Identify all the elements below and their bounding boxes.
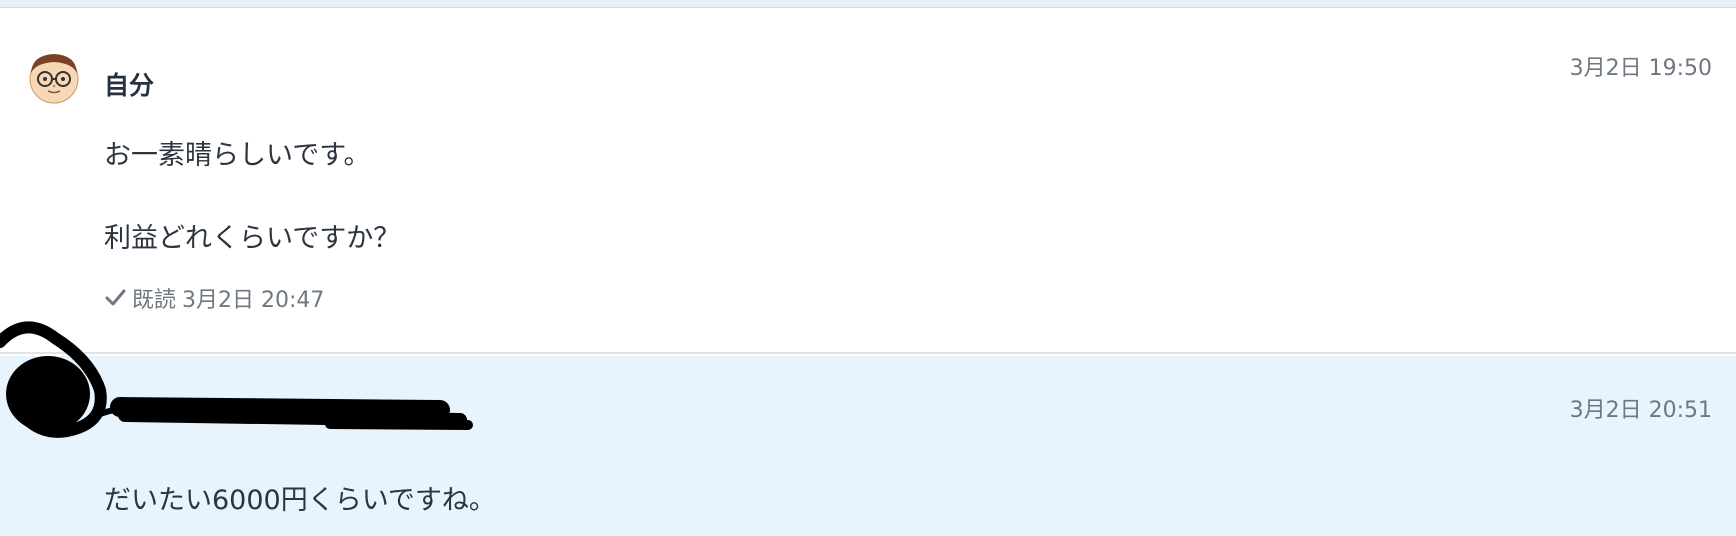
message-text-line: 利益どれくらいですか？ — [104, 223, 401, 254]
read-timestamp: 3月2日 20:47 — [182, 288, 325, 313]
message-timestamp: 3月2日 19:50 — [1569, 56, 1712, 81]
redaction-scribble — [0, 321, 473, 438]
read-label: 既読 — [132, 288, 177, 313]
sender-name: 自分 — [104, 71, 155, 100]
message-timestamp: 3月2日 20:51 — [1569, 398, 1712, 423]
message-own: 自分 3月2日 19:50 お一素晴らしいです。 利益どれくらいですか？ 既読 … — [0, 8, 1736, 354]
top-divider — [0, 0, 1736, 8]
checkmark-icon — [105, 289, 126, 306]
message-text-line: だいたい6000円くらいですね。 — [104, 485, 496, 516]
avatar-icon[interactable] — [24, 48, 84, 108]
read-receipt: 既読 3月2日 20:47 — [104, 282, 324, 314]
message-text-line: お一素晴らしいです。 — [104, 140, 371, 171]
